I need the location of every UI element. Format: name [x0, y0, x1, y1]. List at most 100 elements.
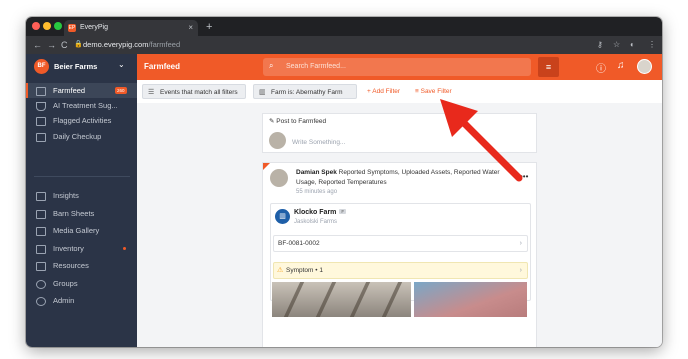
maximize-window-button[interactable]	[54, 22, 62, 30]
alert-dot	[123, 247, 126, 250]
star-icon[interactable]: ☆	[613, 39, 620, 51]
sidebar-item-label: AI Treatment Sug...	[53, 101, 118, 110]
sidebar-item-label: Farmfeed	[53, 86, 86, 95]
author-name[interactable]: Damian Spek	[296, 169, 337, 176]
feed-item-summary: Damian Spek Reported Symptoms, Uploaded …	[296, 168, 521, 188]
match-all-filters-chip[interactable]: ☰ Events that match all filters	[142, 84, 246, 99]
sidebar-item-admin[interactable]: Admin	[26, 293, 137, 308]
close-window-button[interactable]	[32, 22, 40, 30]
feed-item: Damian Spek Reported Symptoms, Uploaded …	[262, 162, 537, 347]
tab-title: EveryPig	[80, 24, 109, 31]
chip-label: Events that match all filters	[160, 89, 238, 96]
sidebar-item-label: Daily Checkup	[53, 132, 102, 141]
sidebar-item-insights[interactable]: Insights	[26, 188, 137, 203]
notification-badge: 260	[115, 87, 127, 94]
sidebar-item-farmfeed[interactable]: Farmfeed 260	[26, 83, 137, 98]
sidebar-item-daily-checkup[interactable]: Daily Checkup	[26, 129, 137, 144]
farm-avatar: BF	[34, 59, 49, 74]
minimize-window-button[interactable]	[43, 22, 51, 30]
save-filter-label: Save Filter	[420, 88, 452, 95]
avatar[interactable]	[637, 59, 652, 74]
chevron-right-icon: ›	[519, 240, 522, 247]
chip-label: Farm is: Abernathy Farm	[271, 89, 343, 96]
farm-switcher[interactable]: BF Beier Farms ⌄	[26, 54, 137, 80]
group-id: BF-0081-0002	[278, 240, 320, 247]
image-icon	[36, 227, 46, 236]
groups-icon	[36, 280, 46, 289]
search-placeholder: Search Farmfeed...	[286, 63, 346, 70]
browser-tab[interactable]: EP EveryPig ×	[64, 20, 198, 36]
menu-dots-icon[interactable]: ⋮	[648, 39, 656, 51]
forward-icon[interactable]: →	[47, 39, 56, 51]
sidebar-divider	[34, 176, 130, 177]
funnel-icon	[36, 102, 46, 111]
farm-owner: Jaskolski Farms	[294, 219, 338, 225]
new-tab-button[interactable]: +	[206, 19, 212, 35]
farm-filter-chip[interactable]: ▥ Farm is: Abernathy Farm	[253, 84, 357, 99]
symptom-row[interactable]: ⚠ Symptom • 1 ›	[273, 262, 528, 279]
farm-name: Beier Farms	[54, 62, 98, 71]
search-input[interactable]: ⌕ Search Farmfeed...	[263, 58, 531, 76]
post-box: ✎ Post to Farmfeed Write Something...	[262, 113, 537, 153]
address-bar-row: ← → C 🔒 demo.everypig.com/farmfeed ⚷ ☆ ◐…	[26, 36, 662, 54]
page-title: Farmfeed	[144, 62, 181, 71]
sidebar-item-ai-treatment[interactable]: AI Treatment Sug...	[26, 98, 137, 113]
folder-icon	[36, 262, 46, 271]
bell-icon[interactable]: ♫	[617, 60, 625, 71]
farm-icon: ▥	[259, 89, 266, 96]
favicon-icon: EP	[68, 24, 76, 32]
browser-window: EP EveryPig × + ← → C 🔒 demo.everypig.co…	[26, 17, 662, 347]
sidebar-item-groups[interactable]: Groups	[26, 276, 137, 291]
sidebar-item-label: Barn Sheets	[53, 209, 95, 218]
back-icon[interactable]: ←	[33, 39, 42, 51]
app-header: Farmfeed ⌕ Search Farmfeed... ≡ ⓘ ♫	[137, 54, 662, 80]
sidebar-item-label: Resources	[53, 261, 89, 270]
chevron-down-icon: ⌄	[118, 60, 125, 69]
group-row[interactable]: BF-0081-0002 ›	[273, 235, 528, 252]
farm-title[interactable]: Klocko Farm F	[294, 209, 347, 216]
reload-icon[interactable]: C	[61, 39, 68, 51]
feed-icon	[36, 87, 46, 96]
sidebar-item-flagged-activities[interactable]: Flagged Activities	[26, 113, 137, 128]
warning-icon: ⚠	[277, 267, 284, 274]
help-icon[interactable]: ⓘ	[596, 60, 606, 75]
more-options-icon[interactable]: •••	[520, 172, 528, 181]
timestamp: 55 minutes ago	[296, 189, 338, 195]
profile-icon[interactable]: ◐	[630, 39, 635, 51]
sidebar-item-inventory[interactable]: Inventory	[26, 241, 137, 256]
search-icon: ⌕	[269, 61, 274, 70]
new-item-marker	[263, 163, 270, 170]
box-icon	[36, 245, 46, 254]
add-filter-button[interactable]: + Add Filter	[367, 88, 400, 95]
photo-detail	[283, 282, 305, 317]
sidebar-item-label: Flagged Activities	[53, 116, 112, 125]
bookmark-icon	[36, 117, 46, 126]
sidebar-item-label: Media Gallery	[53, 226, 100, 235]
save-filter-button[interactable]: ≡ Save Filter	[415, 88, 452, 95]
barn-icon: ▥	[275, 209, 290, 224]
filter-icon[interactable]: ≡	[538, 57, 559, 77]
chevron-right-icon: ›	[519, 267, 522, 274]
symptom-label: Symptom • 1	[286, 267, 323, 274]
farm-title-label: Klocko Farm	[294, 209, 337, 216]
sidebar-item-resources[interactable]: Resources	[26, 258, 137, 273]
url-host: demo.everypig.com	[83, 40, 149, 49]
close-tab-icon[interactable]: ×	[188, 20, 193, 36]
sidebar-item-label: Inventory	[53, 244, 84, 253]
url-path: /farmfeed	[148, 40, 181, 49]
uploaded-photo[interactable]	[414, 282, 527, 317]
feed-area: ✎ Post to Farmfeed Write Something... Da…	[137, 103, 662, 347]
url-field[interactable]: demo.everypig.com/farmfeed	[83, 39, 180, 51]
uploaded-photo[interactable]	[272, 282, 411, 317]
sidebar: BF Beier Farms ⌄ Farmfeed 260 AI Treatme…	[26, 54, 137, 347]
avatar	[269, 132, 286, 149]
clipboard-icon	[36, 133, 46, 142]
post-input[interactable]: Write Something...	[292, 139, 345, 146]
sidebar-item-media-gallery[interactable]: Media Gallery	[26, 223, 137, 238]
sidebar-item-label: Insights	[53, 191, 79, 200]
key-icon[interactable]: ⚷	[597, 39, 603, 51]
post-header-label: Post to Farmfeed	[276, 118, 327, 125]
post-header: ✎ Post to Farmfeed	[269, 118, 327, 125]
sidebar-item-barn-sheets[interactable]: Barn Sheets	[26, 206, 137, 221]
sliders-icon: ☰	[148, 89, 155, 96]
